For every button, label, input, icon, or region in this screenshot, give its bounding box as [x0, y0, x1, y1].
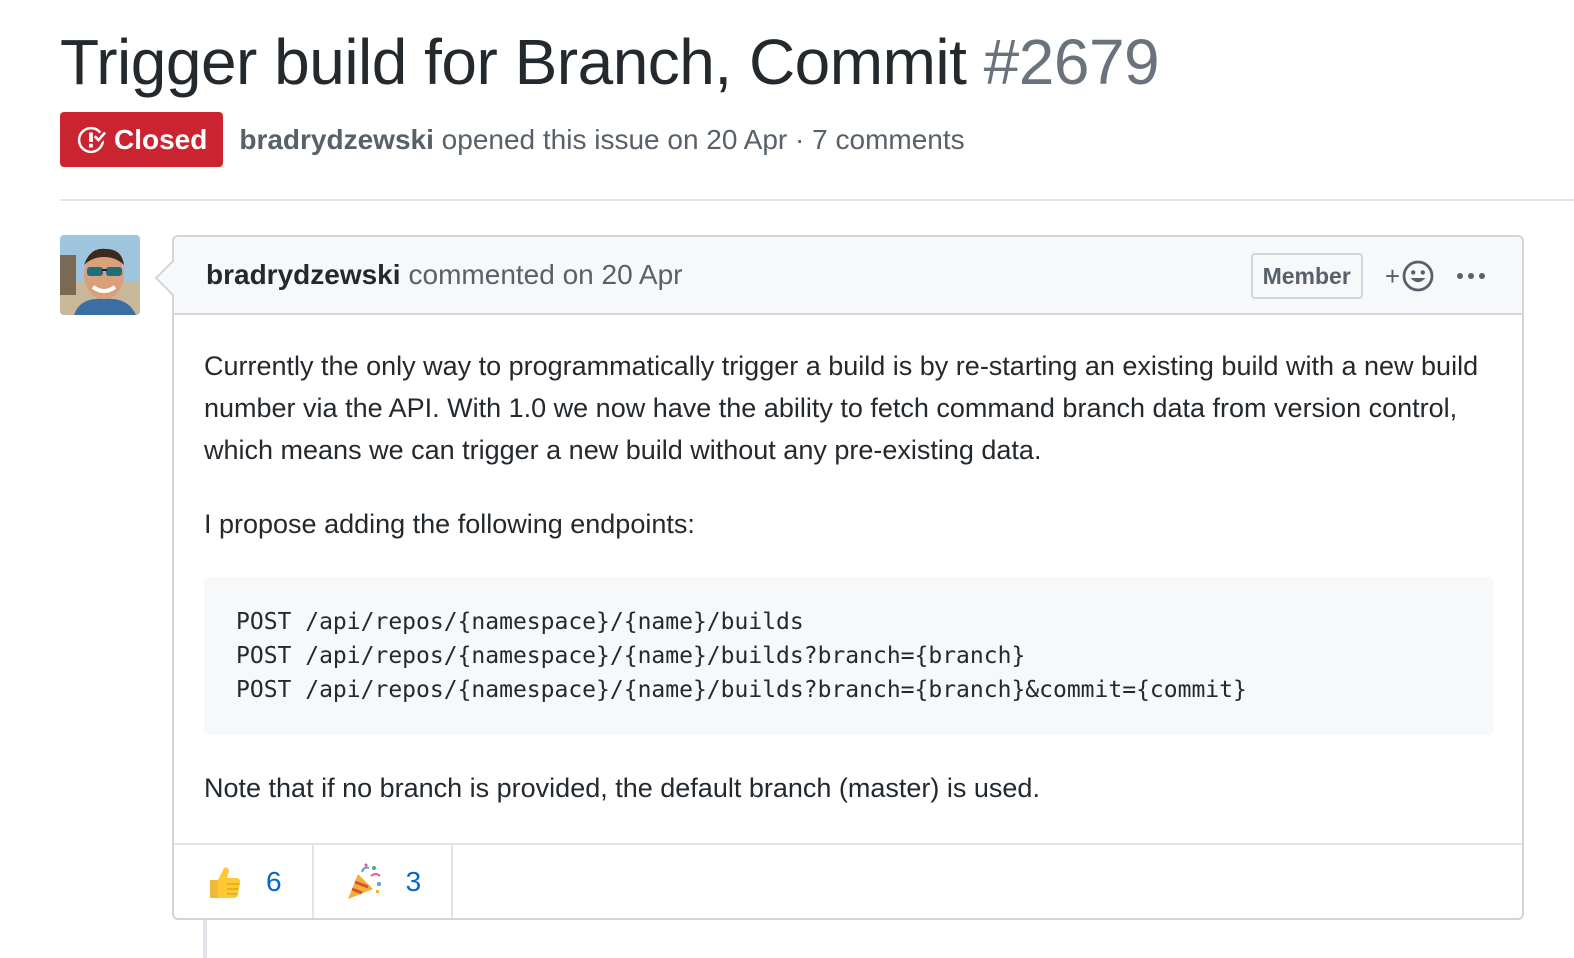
issue-meta-text: bradrydzewski opened this issue on 20 Ap… [239, 124, 964, 156]
comment-options-button[interactable] [1456, 271, 1486, 281]
tada-icon [347, 863, 381, 899]
comment-timestamp[interactable]: commented on 20 Apr [409, 259, 683, 291]
kebab-horizontal-icon [1457, 273, 1485, 279]
state-label: Closed [114, 123, 208, 155]
issue-meta-details: opened this issue on 20 Apr · 7 comments [441, 123, 965, 155]
comment-author-link[interactable]: bradrydzewski [206, 259, 401, 291]
comment-actions: Member + [1250, 237, 1486, 315]
issue-page: Trigger build for Branch, Commit #2679 C… [0, 0, 1574, 958]
thumbs-up-icon [210, 866, 241, 898]
reaction-thumbs-up[interactable]: 6 [174, 845, 314, 918]
issue-closed-icon [77, 126, 106, 153]
code-line: POST /api/repos/{namespace}/{name}/build… [236, 643, 1026, 669]
reaction-count: 3 [405, 865, 422, 897]
reaction-count: 6 [266, 865, 282, 897]
comment-header: bradrydzewski commented on 20 Apr Member… [174, 237, 1522, 315]
member-badge: Member [1250, 253, 1363, 299]
issue-title: Trigger build for Branch, Commit #2679 [60, 22, 1160, 102]
add-reaction-plus: + [1384, 260, 1400, 291]
comment: bradrydzewski commented on 20 Apr Member… [172, 235, 1524, 920]
code-line: POST /api/repos/{namespace}/{name}/build… [236, 677, 1247, 703]
issue-title-text: Trigger build for Branch, Commit [60, 26, 967, 98]
smiley-icon [1402, 260, 1434, 292]
issue-meta: Closed bradrydzewski opened this issue o… [60, 112, 965, 167]
comment-paragraph: Note that if no branch is provided, the … [204, 773, 1040, 803]
code-block: POST /api/repos/{namespace}/{name}/build… [204, 577, 1494, 735]
header-divider [60, 199, 1574, 201]
issue-number: #2679 [983, 26, 1160, 98]
avatar-image [60, 235, 140, 315]
reaction-tada[interactable]: 3 [314, 845, 454, 918]
state-badge: Closed [60, 112, 224, 167]
comment-body: Currently the only way to programmatical… [174, 315, 1522, 809]
add-reaction-button[interactable]: + [1385, 260, 1434, 292]
comment-paragraph: I propose adding the following endpoints… [204, 509, 695, 539]
timeline-line [203, 920, 207, 958]
reactions-bar: 6 3 [174, 843, 1522, 918]
code-line: POST /api/repos/{namespace}/{name}/build… [236, 609, 804, 635]
comment-paragraph: Currently the only way to programmatical… [204, 351, 1479, 465]
avatar[interactable] [60, 235, 140, 315]
issue-author-link[interactable]: bradrydzewski [239, 124, 434, 155]
